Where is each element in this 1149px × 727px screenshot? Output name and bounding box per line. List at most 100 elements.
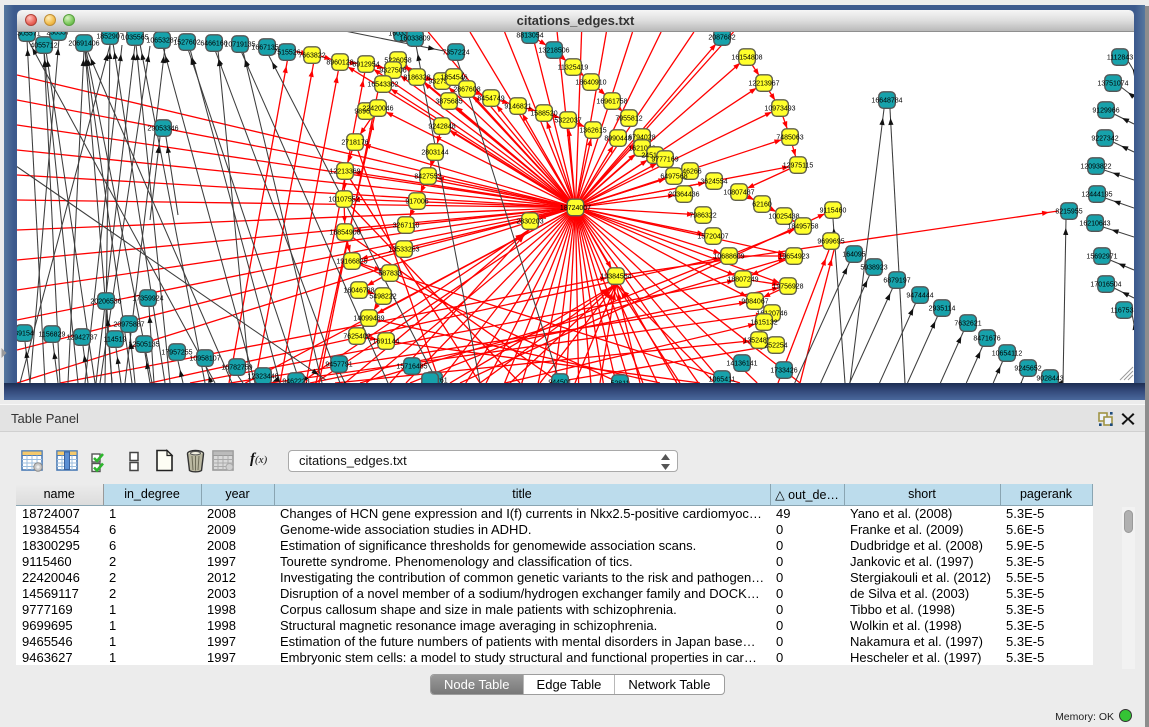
svg-text:8471676: 8471676 xyxy=(973,336,1000,343)
svg-text:8427552: 8427552 xyxy=(414,174,441,181)
svg-text:8912954: 8912954 xyxy=(352,62,379,69)
svg-text:20206536: 20206536 xyxy=(90,299,121,306)
svg-text:944501: 944501 xyxy=(548,380,571,387)
svg-text:18807249: 18807249 xyxy=(727,277,758,284)
svg-text:9227342: 9227342 xyxy=(1091,136,1118,143)
svg-text:62160: 62160 xyxy=(752,202,772,209)
svg-text:917006: 917006 xyxy=(405,199,428,206)
svg-text:9115460: 9115460 xyxy=(820,208,847,215)
svg-text:12505135: 12505135 xyxy=(128,342,159,349)
svg-text:12213967: 12213967 xyxy=(748,81,779,88)
svg-text:1065411: 1065411 xyxy=(709,377,736,384)
svg-text:16154808: 16154808 xyxy=(731,55,762,62)
svg-text:9146821: 9146821 xyxy=(504,104,531,111)
svg-text:9129966: 9129966 xyxy=(1092,108,1119,115)
svg-text:15692971: 15692971 xyxy=(1086,254,1117,261)
svg-text:8454749: 8454749 xyxy=(477,96,504,103)
svg-text:17016504: 17016504 xyxy=(1090,282,1121,289)
svg-text:7955812: 7955812 xyxy=(615,116,642,123)
svg-text:15716485: 15716485 xyxy=(396,364,427,371)
svg-text:5938923: 5938923 xyxy=(860,265,887,272)
svg-text:6497568: 6497568 xyxy=(660,174,687,181)
svg-text:10107552: 10107552 xyxy=(328,197,359,204)
svg-text:3267110: 3267110 xyxy=(393,223,420,230)
svg-text:9462223: 9462223 xyxy=(282,379,309,386)
svg-text:2830203: 2830203 xyxy=(516,219,543,226)
svg-text:10958107: 10958107 xyxy=(189,356,220,363)
svg-text:18640910: 18640910 xyxy=(575,80,606,87)
svg-text:10807487: 10807487 xyxy=(723,190,754,197)
svg-text:19384554: 19384554 xyxy=(600,274,631,281)
svg-text:12942737: 12942737 xyxy=(66,335,97,342)
svg-text:9242848: 9242848 xyxy=(428,124,455,131)
svg-text:7663822: 7663822 xyxy=(298,53,325,60)
svg-text:9699695: 9699695 xyxy=(817,239,844,246)
svg-text:18724007: 18724007 xyxy=(560,205,591,212)
svg-text:1691144: 1691144 xyxy=(373,339,400,346)
svg-text:6879197: 6879197 xyxy=(883,278,910,285)
svg-text:230557: 230557 xyxy=(46,30,69,37)
svg-text:2087682: 2087682 xyxy=(708,35,735,42)
svg-text:1733426: 1733426 xyxy=(770,368,797,375)
svg-text:1112843: 1112843 xyxy=(1107,55,1133,62)
svg-text:2718176: 2718176 xyxy=(341,140,368,147)
svg-text:1615132: 1615132 xyxy=(750,320,777,327)
svg-text:12323448: 12323448 xyxy=(247,374,278,381)
svg-text:16543362: 16543362 xyxy=(367,82,398,89)
svg-text:13751074: 13751074 xyxy=(1097,81,1128,88)
svg-text:19756928: 19756928 xyxy=(772,284,803,291)
svg-text:16782759: 16782759 xyxy=(221,365,252,372)
svg-text:8186328: 8186328 xyxy=(403,75,430,82)
svg-text:16648784: 16648784 xyxy=(871,98,902,105)
svg-text:4055712: 4055712 xyxy=(30,43,57,50)
svg-text:17359924: 17359924 xyxy=(132,296,163,303)
svg-text:20975887: 20975887 xyxy=(113,322,144,329)
svg-text:2305571: 2305571 xyxy=(13,31,40,38)
svg-text:3875685: 3875685 xyxy=(435,99,462,106)
svg-text:16210643: 16210643 xyxy=(1079,221,1110,228)
svg-text:1588520: 1588520 xyxy=(530,111,557,118)
svg-text:19166825: 19166825 xyxy=(336,259,367,266)
svg-text:14099489: 14099489 xyxy=(353,316,384,323)
svg-text:1527602: 1527602 xyxy=(173,40,200,47)
svg-text:7357224: 7357224 xyxy=(442,50,469,57)
svg-text:2803144: 2803144 xyxy=(421,150,448,157)
svg-text:9084067: 9084067 xyxy=(741,299,768,306)
svg-text:9457791: 9457791 xyxy=(325,362,352,369)
svg-text:20364436: 20364436 xyxy=(668,192,699,199)
svg-text:2935114: 2935114 xyxy=(929,306,956,313)
svg-text:11325419: 11325419 xyxy=(558,65,589,72)
svg-text:10688609: 10688609 xyxy=(713,254,744,261)
svg-text:7625402: 7625402 xyxy=(343,334,370,341)
svg-text:8215955: 8215955 xyxy=(1055,209,1082,216)
svg-text:39154: 39154 xyxy=(14,331,34,338)
svg-text:9474444: 9474444 xyxy=(906,293,933,300)
svg-text:164095: 164095 xyxy=(842,252,865,259)
svg-text:2867608: 2867608 xyxy=(453,87,480,94)
svg-text:10654112: 10654112 xyxy=(992,351,1023,358)
svg-text:5322037: 5322037 xyxy=(554,118,581,125)
svg-text:19654923: 19654923 xyxy=(778,254,809,261)
svg-text:114519: 114519 xyxy=(104,337,127,344)
svg-text:9245652: 9245652 xyxy=(1014,366,1041,373)
svg-text:7986322: 7986322 xyxy=(689,213,716,220)
svg-text:22420046: 22420046 xyxy=(362,106,393,113)
svg-text:5498222: 5498222 xyxy=(369,294,396,301)
svg-text:12213369: 12213369 xyxy=(329,169,360,176)
svg-text:52811: 52811 xyxy=(611,381,630,388)
svg-text:18495758: 18495758 xyxy=(787,224,818,231)
svg-text:7515526: 7515526 xyxy=(273,50,300,57)
svg-text:1852907: 1852907 xyxy=(96,34,123,41)
svg-text:1362615: 1362615 xyxy=(579,128,606,135)
svg-text:1035565: 1035565 xyxy=(121,35,148,42)
svg-text:9028443: 9028443 xyxy=(1036,376,1063,383)
svg-text:12093822: 12093822 xyxy=(1080,164,1111,171)
svg-text:7632621: 7632621 xyxy=(954,321,981,328)
svg-text:12444195: 12444195 xyxy=(1081,192,1112,199)
svg-text:13533263: 13533263 xyxy=(388,247,419,254)
svg-text:9777169: 9777169 xyxy=(651,157,678,164)
svg-text:3624554: 3624554 xyxy=(700,179,727,186)
svg-text:8960128: 8960128 xyxy=(326,60,353,67)
svg-text:7485063: 7485063 xyxy=(776,135,803,142)
svg-text:16854908: 16854908 xyxy=(329,230,360,237)
